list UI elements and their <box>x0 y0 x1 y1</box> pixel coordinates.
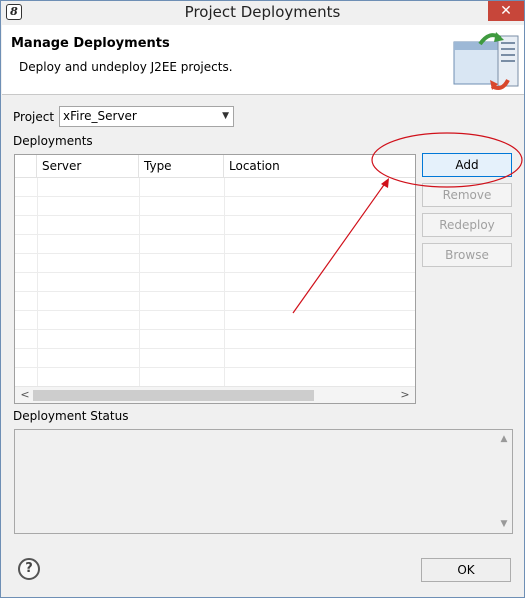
deployment-status-box[interactable]: ▲ ▼ <box>14 429 513 534</box>
dialog-window: 8 Project Deployments ✕ Manage Deploymen… <box>0 0 525 598</box>
column-divider <box>224 178 225 386</box>
header-title: Manage Deployments <box>11 36 170 51</box>
table-row[interactable] <box>15 235 415 254</box>
table-row[interactable] <box>15 254 415 273</box>
table-row[interactable] <box>15 197 415 216</box>
redeploy-button[interactable]: Redeploy <box>422 213 512 237</box>
column-header-select[interactable] <box>15 155 37 178</box>
table-row[interactable] <box>15 368 415 387</box>
close-button[interactable]: ✕ <box>488 1 524 21</box>
window-title: Project Deployments <box>184 3 341 21</box>
horizontal-scrollbar[interactable]: < > <box>15 386 415 403</box>
browse-button[interactable]: Browse <box>422 243 512 267</box>
scrollbar-thumb[interactable] <box>33 390 314 401</box>
column-header-type[interactable]: Type <box>139 155 224 178</box>
scroll-right-icon[interactable]: > <box>397 387 413 403</box>
table-row[interactable] <box>15 216 415 235</box>
project-select[interactable]: xFire_Server ▼ <box>59 106 234 127</box>
table-row[interactable] <box>15 178 415 197</box>
table-row[interactable] <box>15 311 415 330</box>
add-button[interactable]: Add <box>422 153 512 177</box>
scroll-up-icon[interactable]: ▲ <box>497 432 511 446</box>
title-bar: 8 Project Deployments ✕ <box>1 1 524 25</box>
column-header-server[interactable]: Server <box>37 155 139 178</box>
table-row[interactable] <box>15 273 415 292</box>
project-label: Project <box>13 110 55 124</box>
help-icon[interactable]: ? <box>18 558 40 580</box>
header-description: Deploy and undeploy J2EE projects. <box>19 60 233 74</box>
wizard-header: Manage Deployments Deploy and undeploy J… <box>2 25 524 95</box>
deploy-wizard-icon <box>453 32 519 90</box>
table-row[interactable] <box>15 349 415 368</box>
column-divider <box>37 178 38 386</box>
deployments-label: Deployments <box>13 134 93 148</box>
table-row[interactable] <box>15 292 415 311</box>
chevron-down-icon: ▼ <box>222 111 229 121</box>
ok-button[interactable]: OK <box>421 558 511 582</box>
remove-button[interactable]: Remove <box>422 183 512 207</box>
scroll-left-icon[interactable]: < <box>17 387 33 403</box>
project-select-value: xFire_Server <box>63 109 137 123</box>
scroll-down-icon[interactable]: ▼ <box>497 517 511 531</box>
table-row[interactable] <box>15 330 415 349</box>
column-divider <box>139 178 140 386</box>
deployments-table[interactable]: Server Type Location < > <box>14 154 416 404</box>
column-header-location[interactable]: Location <box>224 155 415 178</box>
table-header: Server Type Location <box>15 155 415 178</box>
deployment-status-label: Deployment Status <box>13 409 129 423</box>
